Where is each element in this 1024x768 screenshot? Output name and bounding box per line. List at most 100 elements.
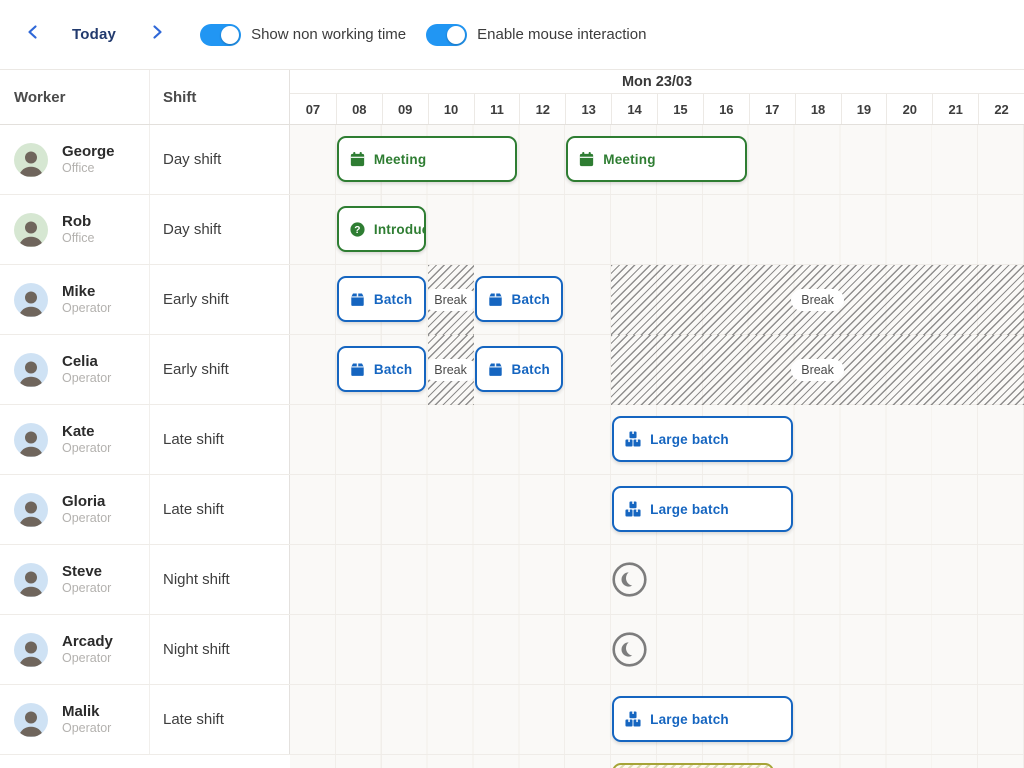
large-batch-event[interactable]: Large batch bbox=[612, 696, 793, 742]
batch-event[interactable]: Batch bbox=[475, 276, 564, 322]
hour-tick-11: 11 bbox=[474, 94, 520, 124]
worker-identity: RobOffice bbox=[62, 213, 94, 245]
box-icon bbox=[488, 292, 503, 307]
schedule-row-celia[interactable]: Break Break Batch Batch bbox=[290, 335, 1024, 405]
avatar bbox=[14, 633, 48, 667]
shift-column-header[interactable]: Shift bbox=[150, 70, 290, 124]
worker-role: Operator bbox=[62, 371, 111, 386]
next-day-button[interactable] bbox=[144, 22, 170, 48]
shift-cell: Early shift bbox=[150, 265, 290, 334]
moon-icon bbox=[611, 585, 648, 602]
avatar bbox=[14, 213, 48, 247]
schedule-row-kate[interactable]: Large batch bbox=[290, 405, 1024, 475]
box-icon bbox=[350, 362, 365, 377]
schedule-row-partial[interactable] bbox=[290, 755, 1024, 768]
calendar-icon bbox=[579, 152, 594, 167]
box-icon bbox=[488, 362, 503, 377]
worker-row-gloria[interactable]: GloriaOperatorLate shift bbox=[0, 475, 290, 545]
meeting-event[interactable]: Meeting bbox=[566, 136, 747, 182]
shift-cell: Night shift bbox=[150, 545, 290, 614]
clipped-event[interactable] bbox=[612, 763, 774, 768]
hour-tick-09: 09 bbox=[382, 94, 428, 124]
worker-identity: GeorgeOffice bbox=[62, 143, 115, 175]
worker-name: Mike bbox=[62, 283, 111, 300]
worker-identity: SteveOperator bbox=[62, 563, 111, 595]
toggle-knob bbox=[447, 26, 465, 44]
break-non-working-zone: Break bbox=[428, 335, 474, 405]
hour-tick-20: 20 bbox=[886, 94, 932, 124]
large-batch-event[interactable]: Large batch bbox=[612, 416, 793, 462]
schedule-row-steve[interactable] bbox=[290, 545, 1024, 615]
event-label: Large batch bbox=[650, 712, 729, 727]
worker-column-header[interactable]: Worker bbox=[0, 70, 150, 124]
event-label: Meeting bbox=[374, 152, 426, 167]
hour-tick-13: 13 bbox=[565, 94, 611, 124]
hour-tick-08: 08 bbox=[336, 94, 382, 124]
worker-cell: GloriaOperator bbox=[0, 475, 150, 544]
hour-tick-16: 16 bbox=[703, 94, 749, 124]
shift-cell: Night shift bbox=[150, 615, 290, 684]
night-shift-moon-event[interactable] bbox=[611, 631, 648, 668]
shift-cell: Late shift bbox=[150, 685, 290, 754]
worker-row-celia[interactable]: CeliaOperatorEarly shift bbox=[0, 335, 290, 405]
worker-role: Office bbox=[62, 231, 94, 246]
chevron-right-icon bbox=[148, 23, 166, 46]
event-label: Large batch bbox=[650, 432, 729, 447]
avatar bbox=[14, 143, 48, 177]
worker-row-steve[interactable]: SteveOperator Night shift bbox=[0, 545, 290, 615]
enable-mouse-interaction-toggle[interactable] bbox=[426, 24, 467, 46]
worker-role: Operator bbox=[62, 511, 111, 526]
schedule-row-george[interactable]: Meeting Meeting bbox=[290, 125, 1024, 195]
break-label: Break bbox=[791, 359, 844, 381]
worker-name: Arcady bbox=[62, 633, 113, 650]
batch-event[interactable]: Batch bbox=[337, 346, 426, 392]
worker-role: Operator bbox=[62, 651, 113, 666]
show-non-working-time-toggle[interactable] bbox=[200, 24, 241, 46]
worker-identity: KateOperator bbox=[62, 423, 111, 455]
shift-cell: Day shift bbox=[150, 125, 290, 194]
boxes-icon bbox=[625, 711, 641, 727]
worker-row-malik[interactable]: MalikOperatorLate shift bbox=[0, 685, 290, 755]
meeting-event[interactable]: Meeting bbox=[337, 136, 518, 182]
event-label: Batch bbox=[374, 362, 413, 377]
schedule-row-arcady[interactable] bbox=[290, 615, 1024, 685]
large-batch-event[interactable]: Large batch bbox=[612, 486, 793, 532]
worker-row-arcady[interactable]: ArcadyOperator Night shift bbox=[0, 615, 290, 685]
svg-text:?: ? bbox=[354, 225, 360, 236]
batch-event[interactable]: Batch bbox=[475, 346, 564, 392]
introduction-event[interactable]: ? Introduction bbox=[337, 206, 426, 252]
worker-cell: MikeOperator bbox=[0, 265, 150, 334]
calendar-icon bbox=[350, 152, 365, 167]
worker-grid: Worker Shift GeorgeOfficeDay shiftRobOff… bbox=[0, 70, 290, 768]
schedule-row-malik[interactable]: Large batch bbox=[290, 685, 1024, 755]
schedule-row-gloria[interactable]: Large batch bbox=[290, 475, 1024, 545]
previous-day-button[interactable] bbox=[20, 22, 46, 48]
event-label: Introduction bbox=[374, 222, 426, 237]
schedule-row-mike[interactable]: BreakBreakBatchBatch bbox=[290, 265, 1024, 335]
worker-row-partial bbox=[0, 755, 290, 768]
worker-cell: MalikOperator bbox=[0, 685, 150, 754]
worker-role: Operator bbox=[62, 301, 111, 316]
worker-row-george[interactable]: GeorgeOffice Day shift bbox=[0, 125, 290, 195]
schedule-row-rob[interactable]: ? Introduction bbox=[290, 195, 1024, 265]
worker-cell: KateOperator bbox=[0, 405, 150, 474]
schedule-timeline: Mon 23/03 070809101112131415161718192021… bbox=[290, 70, 1024, 768]
worker-name: Gloria bbox=[62, 493, 111, 510]
hour-tick-14: 14 bbox=[611, 94, 657, 124]
avatar bbox=[14, 703, 48, 737]
worker-role: Operator bbox=[62, 441, 111, 456]
batch-event[interactable]: Batch bbox=[337, 276, 426, 322]
avatar bbox=[14, 283, 48, 317]
toolbar: Today Show non working time Enable mouse… bbox=[0, 0, 1024, 70]
worker-cell: CeliaOperator bbox=[0, 335, 150, 404]
worker-row-kate[interactable]: KateOperatorLate shift bbox=[0, 405, 290, 475]
avatar bbox=[14, 563, 48, 597]
avatar bbox=[14, 493, 48, 527]
night-shift-moon-event[interactable] bbox=[611, 561, 648, 598]
today-button[interactable]: Today bbox=[72, 26, 116, 43]
event-label: Batch bbox=[512, 362, 551, 377]
break-non-working-zone: Break bbox=[428, 265, 474, 335]
worker-row-mike[interactable]: MikeOperatorEarly shift bbox=[0, 265, 290, 335]
event-label: Large batch bbox=[650, 502, 729, 517]
worker-row-rob[interactable]: RobOfficeDay shift bbox=[0, 195, 290, 265]
